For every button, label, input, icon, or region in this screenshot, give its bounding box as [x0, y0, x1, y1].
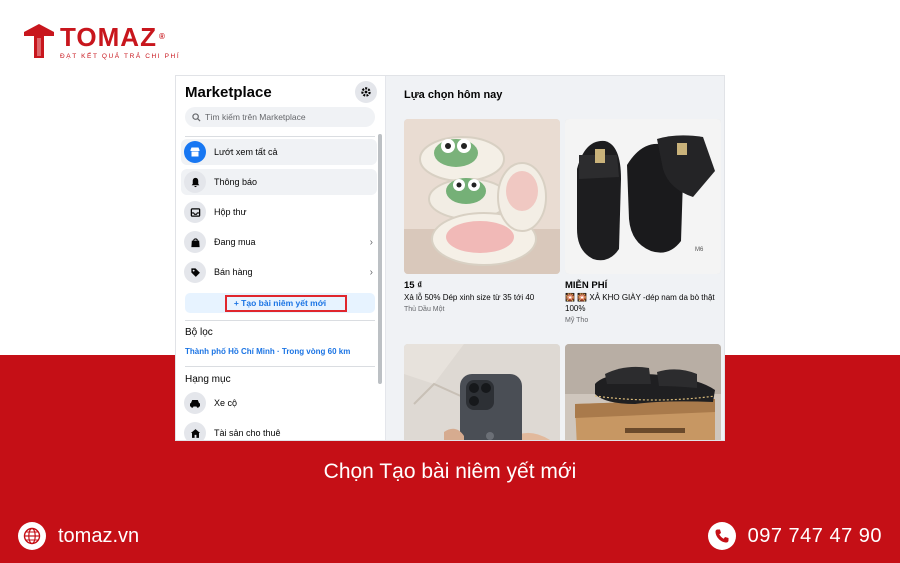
listing-card[interactable]: M6 MIỄN PHÍ 🎇 🎇 XẢ KHO GIÀY -dép nam da …: [565, 119, 721, 324]
marketplace-feed: Lựa chọn hôm nay 15 ₫ Xả lỗ 50% Dép xinh…: [386, 76, 724, 440]
feed-title: Lựa chọn hôm nay: [404, 89, 503, 101]
categories-title: Hạng mục: [185, 374, 231, 385]
brand-name: TOMAZ ®: [60, 22, 166, 52]
sidebar-item-label: Lướt xem tất cả: [214, 147, 278, 157]
brand-logo: TOMAZ ® ĐẠT KẾT QUẢ TRẢ CHI PHÍ: [22, 22, 179, 60]
brand-tagline: ĐẠT KẾT QUẢ TRẢ CHI PHÍ: [60, 53, 181, 60]
listing-title: Xả lỗ 50% Dép xinh size từ 35 tới 40: [404, 293, 535, 302]
divider: [185, 136, 375, 137]
sidebar-item-inbox[interactable]: Hộp thư: [181, 199, 377, 225]
gear-icon[interactable]: [355, 81, 377, 103]
sidebar-scrollbar[interactable]: [378, 134, 382, 384]
sidebar-item-buying[interactable]: Đang mua ›: [181, 229, 377, 255]
search-icon: [192, 112, 201, 122]
category-item-rentals[interactable]: Tài sản cho thuê: [181, 420, 377, 440]
marketplace-sidebar: Marketplace Tìm kiếm trên Marketplace Lư…: [176, 76, 386, 440]
filter-title: Bộ lọc: [185, 327, 213, 338]
listing-card[interactable]: [404, 344, 560, 440]
sidebar-item-label: Thông báo: [214, 177, 258, 187]
caption: Chọn Tạo bài niêm yết mới: [323, 460, 577, 483]
bag-icon: [184, 231, 206, 253]
listing-image: M6: [565, 119, 721, 274]
listing-location: Thủ Dầu Một: [404, 306, 445, 313]
sidebar-item-label: Đang mua: [214, 237, 256, 247]
website-text: tomaz.vn: [58, 524, 140, 547]
divider: [185, 366, 375, 367]
phone-icon: [707, 522, 736, 550]
sidebar-item-label: Hộp thư: [214, 207, 247, 217]
listing-price: MIỄN PHÍ: [565, 280, 608, 291]
search-placeholder: Tìm kiếm trên Marketplace: [205, 112, 306, 122]
category-item-vehicles[interactable]: Xe cộ: [181, 390, 377, 416]
sidebar-item-browse-all[interactable]: Lướt xem tất cả: [181, 139, 377, 165]
globe-icon: [18, 522, 46, 550]
highlight-box: [225, 295, 347, 312]
chevron-right-icon: ›: [369, 266, 373, 278]
website-link[interactable]: tomaz.vn: [18, 522, 139, 550]
listing-card[interactable]: 15 ₫ Xả lỗ 50% Dép xinh size từ 35 tới 4…: [404, 119, 560, 313]
svg-text:M6: M6: [695, 247, 704, 253]
home-icon: [184, 422, 206, 440]
category-label: Xe cộ: [214, 398, 238, 408]
listing-image: [404, 119, 560, 274]
sidebar-item-notifications[interactable]: Thông báo: [181, 169, 377, 195]
phone-text: 097 747 47 90: [747, 524, 882, 547]
listing-location: Mỹ Tho: [565, 317, 589, 324]
listing-price: 15 ₫: [404, 280, 423, 291]
category-label: Tài sản cho thuê: [214, 428, 281, 438]
listing-title: 🎇 🎇 XẢ KHO GIÀY -dép nam da bò thật 100%: [565, 293, 715, 313]
chevron-right-icon: ›: [369, 236, 373, 248]
listing-card[interactable]: [565, 344, 721, 440]
car-icon: [184, 392, 206, 414]
page: TOMAZ ® ĐẠT KẾT QUẢ TRẢ CHI PHÍ Chọn Tạo …: [0, 0, 900, 563]
listing-image: [404, 344, 560, 440]
phone-link[interactable]: 097 747 47 90: [707, 522, 882, 550]
tomaz-logo-mark: [22, 22, 56, 60]
bell-icon: [184, 171, 206, 193]
location-filter[interactable]: Thành phố Hồ Chí Minh · Trong vòng 60 km: [185, 347, 350, 356]
sidebar-title: Marketplace: [185, 84, 272, 101]
inbox-icon: [184, 201, 206, 223]
sidebar-item-label: Bán hàng: [214, 267, 253, 277]
marketplace-screenshot: Marketplace Tìm kiếm trên Marketplace Lư…: [175, 75, 725, 441]
sidebar-item-selling[interactable]: Bán hàng ›: [181, 259, 377, 285]
tag-icon: [184, 261, 206, 283]
divider: [185, 320, 375, 321]
store-icon: [184, 141, 206, 163]
listing-image: [565, 344, 721, 440]
search-input[interactable]: Tìm kiếm trên Marketplace: [185, 107, 375, 127]
